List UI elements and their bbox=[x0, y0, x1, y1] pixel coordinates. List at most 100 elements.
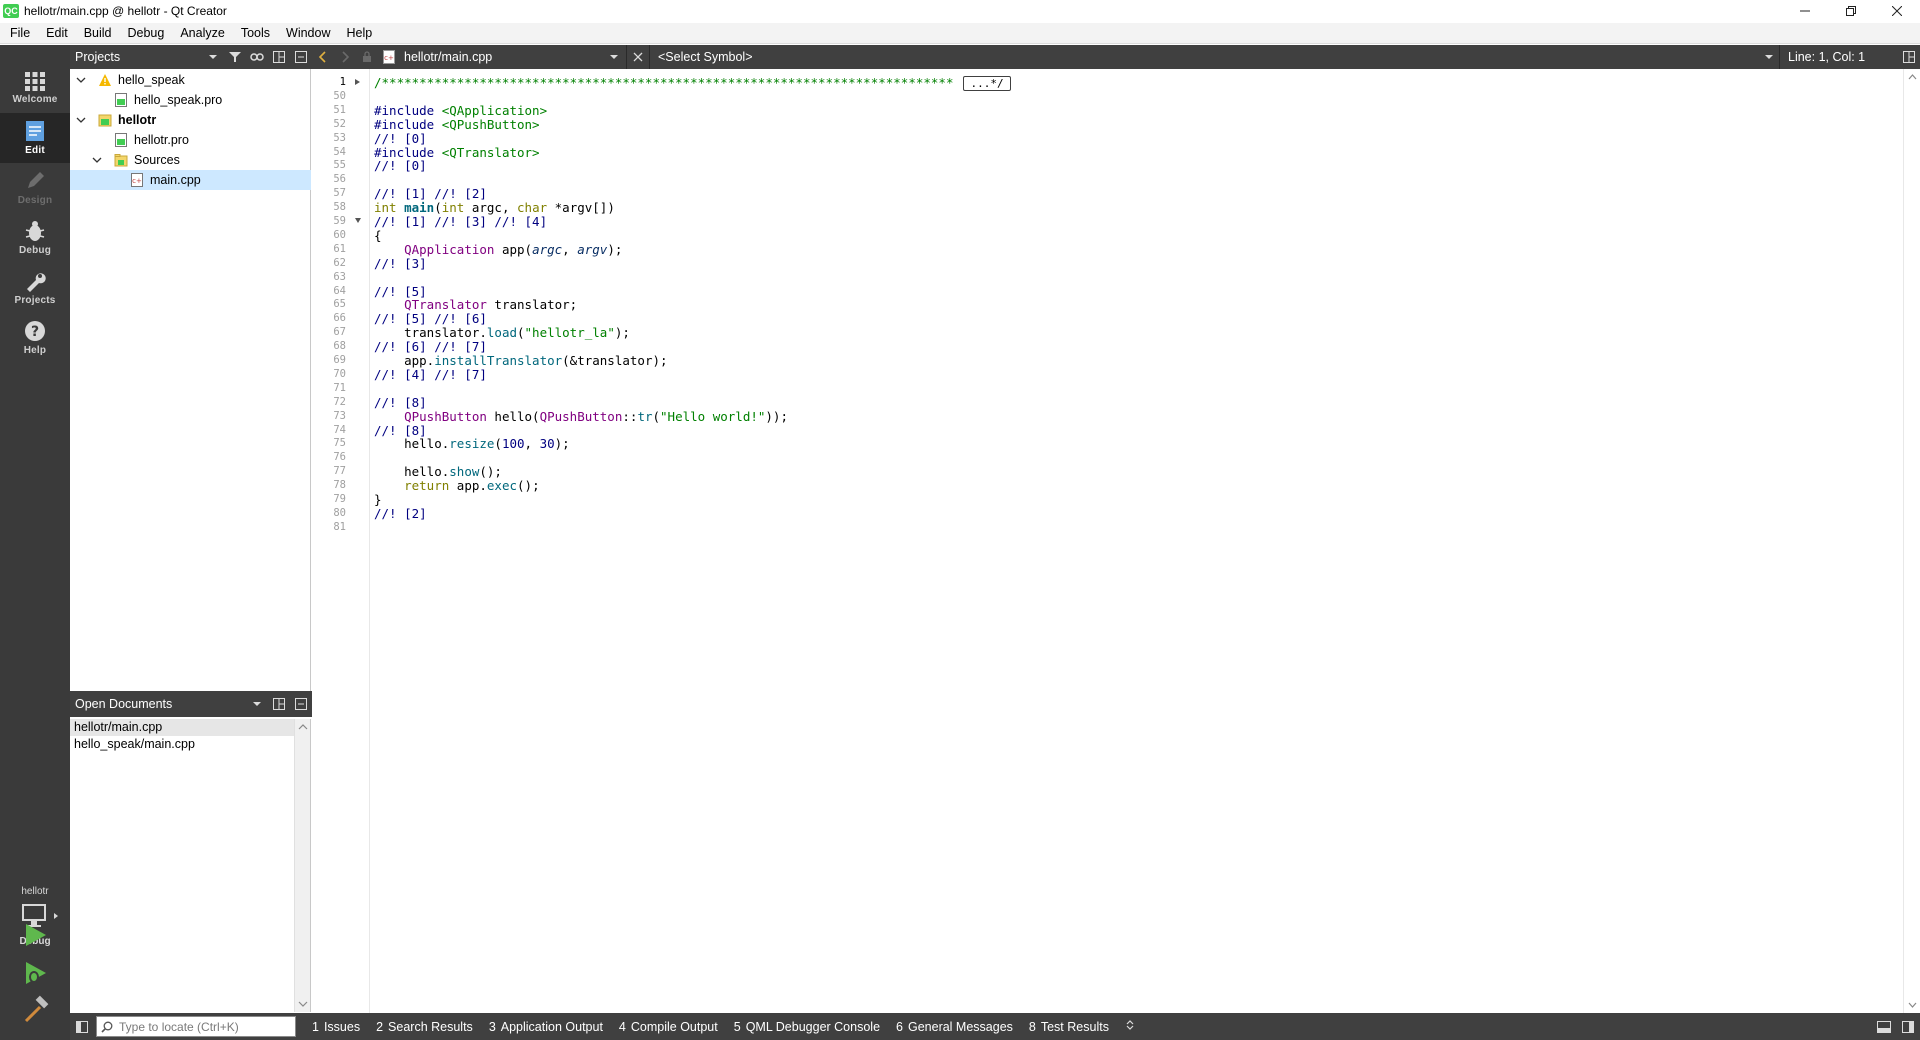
chevron-down-icon[interactable] bbox=[1765, 55, 1773, 59]
menu-help[interactable]: Help bbox=[338, 23, 380, 44]
open-document-item[interactable]: hello_speak/main.cpp bbox=[70, 736, 294, 753]
mode-help[interactable]: ? Help bbox=[0, 313, 70, 363]
link-icon[interactable] bbox=[246, 45, 268, 69]
projects-pane-title[interactable]: Projects bbox=[75, 50, 202, 64]
debug-run-icon[interactable] bbox=[20, 958, 50, 988]
mode-label: Welcome bbox=[12, 94, 58, 105]
code-token: load bbox=[486, 325, 517, 341]
code-token: resize bbox=[449, 436, 495, 452]
kit-selector-arrow-icon[interactable] bbox=[54, 913, 58, 919]
locator-input[interactable]: Type to locate (Ctrl+K) bbox=[96, 1016, 296, 1037]
chevron-down-icon[interactable] bbox=[202, 45, 224, 69]
tab-number: 6 bbox=[896, 1019, 903, 1034]
tab-issues[interactable]: 1 Issues bbox=[304, 1020, 368, 1034]
lock-icon[interactable] bbox=[356, 45, 378, 69]
tab-compile-output[interactable]: 4 Compile Output bbox=[611, 1020, 726, 1034]
open-documents-scrollbar[interactable] bbox=[294, 719, 310, 1012]
run-icon[interactable] bbox=[20, 920, 50, 950]
code-token: translator; bbox=[494, 297, 578, 313]
close-pane-icon[interactable] bbox=[290, 45, 312, 69]
code-line[interactable]: //! [1] //! [3] //! [4] bbox=[374, 213, 547, 230]
code-line[interactable]: //! [3] bbox=[374, 255, 427, 272]
code-line[interactable]: //! [2] bbox=[374, 505, 427, 522]
toggle-output-pane-icon[interactable] bbox=[1872, 1013, 1896, 1040]
forward-arrow-icon[interactable] bbox=[334, 45, 356, 69]
restore-button[interactable] bbox=[1828, 0, 1874, 22]
tree-item-hello-speak[interactable]: hello_speak bbox=[70, 70, 311, 90]
mode-projects[interactable]: Projects bbox=[0, 263, 70, 313]
mode-welcome[interactable]: Welcome bbox=[0, 63, 70, 113]
fold-expand-icon[interactable] bbox=[355, 79, 360, 85]
code-line[interactable]: /***************************************… bbox=[374, 74, 1011, 91]
split-icon[interactable] bbox=[268, 692, 290, 716]
mode-debug[interactable]: Debug bbox=[0, 213, 70, 263]
tab-test-results[interactable]: 8 Test Results bbox=[1021, 1020, 1117, 1034]
menu-debug[interactable]: Debug bbox=[120, 23, 173, 44]
back-arrow-icon[interactable] bbox=[312, 45, 334, 69]
symbol-selector[interactable]: <Select Symbol> bbox=[650, 50, 1779, 64]
filter-icon[interactable] bbox=[224, 45, 246, 69]
close-pane-icon[interactable] bbox=[290, 692, 312, 716]
chevron-down-icon[interactable] bbox=[76, 115, 86, 125]
menu-edit[interactable]: Edit bbox=[38, 23, 76, 44]
code-token: argc bbox=[532, 241, 563, 257]
toggle-right-sidebar-icon[interactable] bbox=[1896, 1013, 1920, 1040]
code-line[interactable]: hello.resize(100, 30); bbox=[374, 435, 570, 452]
menu-build[interactable]: Build bbox=[76, 23, 120, 44]
fold-collapse-icon[interactable] bbox=[355, 218, 361, 223]
kit-project-name: hellotr bbox=[21, 886, 49, 897]
minimize-button[interactable] bbox=[1782, 0, 1828, 22]
editor-scrollbar[interactable] bbox=[1903, 69, 1920, 1013]
toggle-sidebar-icon[interactable] bbox=[70, 1013, 94, 1040]
tab-qml-debugger-console[interactable]: 5 QML Debugger Console bbox=[726, 1020, 888, 1034]
tab-search-results[interactable]: 2 Search Results bbox=[368, 1020, 481, 1034]
split-editor-icon[interactable] bbox=[1898, 45, 1920, 69]
tree-item-label: hellotr.pro bbox=[134, 133, 189, 147]
close-button[interactable] bbox=[1874, 0, 1920, 22]
chevron-down-icon[interactable] bbox=[76, 75, 86, 85]
chevron-down-icon[interactable] bbox=[610, 55, 618, 59]
close-document-icon[interactable] bbox=[627, 45, 649, 69]
split-icon[interactable] bbox=[268, 45, 290, 69]
tab-number: 8 bbox=[1028, 1019, 1036, 1034]
open-document-item[interactable]: hellotr/main.cpp bbox=[70, 719, 294, 736]
mode-edit[interactable]: Edit bbox=[0, 113, 70, 163]
tree-item-sources[interactable]: Sources bbox=[70, 150, 311, 170]
code-line[interactable]: //! [0] bbox=[374, 157, 427, 174]
menu-tools[interactable]: Tools bbox=[233, 23, 278, 44]
tree-item-main-cpp[interactable]: c+ main.cpp bbox=[70, 170, 311, 190]
cpp-file-icon: c+ bbox=[131, 173, 143, 187]
scroll-down-icon[interactable] bbox=[295, 998, 311, 1010]
menu-file[interactable]: File bbox=[2, 23, 38, 44]
file-selector[interactable]: c+ hellotr/main.cpp bbox=[378, 45, 626, 69]
tab-label: Compile Output bbox=[630, 1019, 718, 1034]
search-icon bbox=[101, 1021, 113, 1033]
scroll-down-icon[interactable] bbox=[1904, 999, 1920, 1011]
code-line[interactable]: //! [4] //! [7] bbox=[374, 366, 487, 383]
tree-item-hellotr[interactable]: hellotr bbox=[70, 110, 311, 130]
code-editor[interactable]: /***************************************… bbox=[371, 69, 1903, 1013]
scroll-up-icon[interactable] bbox=[1904, 71, 1920, 83]
tab-application-output[interactable]: 3 Application Output bbox=[481, 1020, 611, 1034]
tree-item-hellotr-pro[interactable]: hellotr.pro bbox=[70, 130, 311, 150]
more-tabs-icon[interactable] bbox=[1117, 1019, 1143, 1034]
chevron-down-icon[interactable] bbox=[92, 155, 102, 165]
tree-item-hello-speak-pro[interactable]: hello_speak.pro bbox=[70, 90, 311, 110]
open-documents-title[interactable]: Open Documents bbox=[75, 697, 246, 711]
code-line[interactable]: QPushButton hello(QPushButton::tr("Hello… bbox=[374, 408, 788, 425]
line-number-gutter[interactable]: 1 50 51 52 53 54 55 56 57 58 59 60 61 62 63 64 65 66 67 68 6… bbox=[312, 69, 370, 1013]
code-token: ); bbox=[614, 325, 630, 341]
menu-analyze[interactable]: Analyze bbox=[172, 23, 232, 44]
mode-design[interactable]: Design bbox=[0, 163, 70, 213]
code-line[interactable]: return app.exec(); bbox=[374, 477, 540, 494]
menu-window[interactable]: Window bbox=[278, 23, 338, 44]
tab-general-messages[interactable]: 6 General Messages bbox=[888, 1020, 1021, 1034]
build-hammer-icon[interactable] bbox=[20, 995, 50, 1025]
tree-item-label: main.cpp bbox=[150, 173, 201, 187]
cpp-file-icon: c+ bbox=[383, 50, 395, 64]
document-edit-icon bbox=[26, 121, 44, 141]
scroll-up-icon[interactable] bbox=[295, 721, 311, 733]
chevron-down-icon[interactable] bbox=[246, 692, 268, 716]
folded-block-marker[interactable]: ...*/ bbox=[963, 76, 1011, 91]
line-column-indicator[interactable]: Line: 1, Col: 1 bbox=[1780, 50, 1898, 64]
